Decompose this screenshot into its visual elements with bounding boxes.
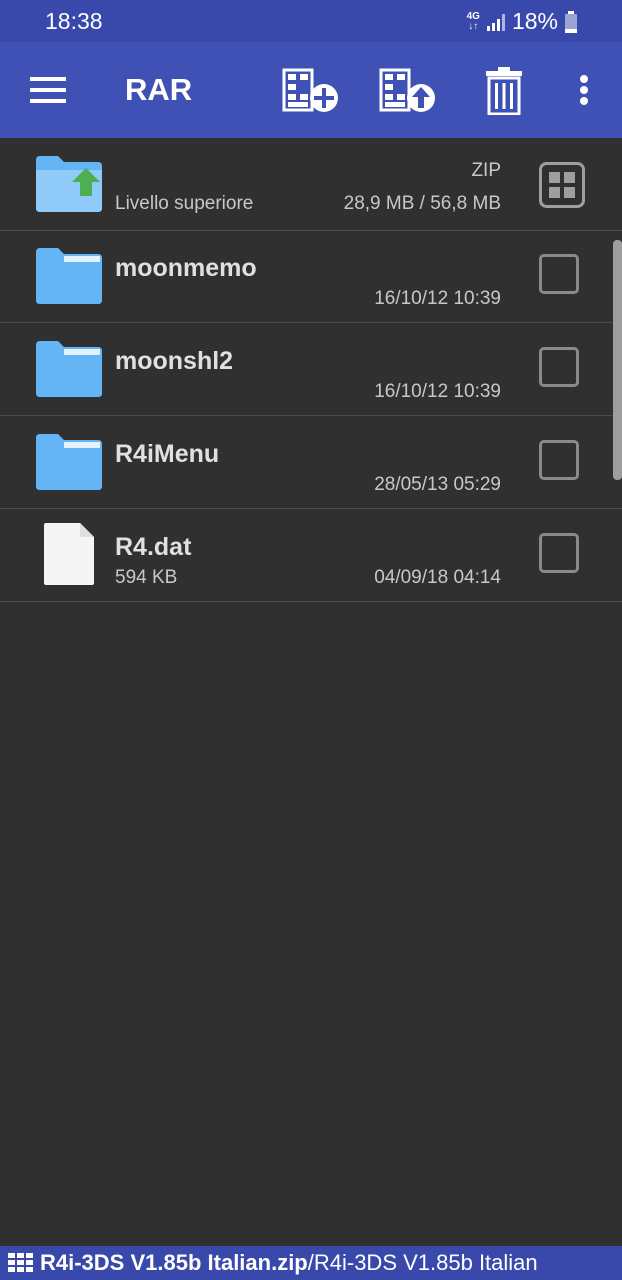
list-item[interactable]: moonmemo 16/10/12 10:39 <box>0 230 622 323</box>
item-size: 594 KB <box>115 567 178 588</box>
archive-extract-icon[interactable] <box>378 66 438 116</box>
status-time: 18:38 <box>45 8 103 34</box>
network-type-icon: 4G ↓↑ <box>466 10 480 32</box>
file-icon <box>34 523 104 585</box>
item-date: 16/10/12 10:39 <box>374 288 501 309</box>
battery-icon <box>565 10 577 33</box>
more-vert-icon[interactable] <box>572 72 596 108</box>
folder-icon <box>34 244 104 306</box>
app-title: RAR <box>125 72 193 107</box>
item-name: R4.dat <box>115 533 192 561</box>
item-name: moonmemo <box>115 254 257 282</box>
folder-icon <box>34 337 104 399</box>
item-date: 04/09/18 04:14 <box>374 567 501 588</box>
item-name: moonshl2 <box>115 347 234 375</box>
item-checkbox[interactable] <box>539 254 579 294</box>
battery-percent: 18% <box>511 8 558 34</box>
folder-icon <box>34 430 104 492</box>
item-checkbox[interactable] <box>539 533 579 573</box>
scrollbar[interactable] <box>613 240 622 480</box>
path-archive: R4i-3DS V1.85b Italian.zip <box>40 1250 308 1275</box>
archive-type: ZIP <box>471 160 501 181</box>
list-item[interactable]: R4iMenu 28/05/13 05:29 <box>0 416 622 509</box>
parent-folder-label: Livello superiore <box>115 193 254 214</box>
status-right: 4G ↓↑ 18% <box>467 8 578 35</box>
list-item[interactable]: R4.dat 594 KB 04/09/18 04:14 <box>0 509 622 602</box>
archive-icon <box>8 1253 33 1272</box>
parent-folder-row[interactable]: Livello superiore ZIP 28,9 MB / 56,8 MB <box>0 138 622 231</box>
item-date: 16/10/12 10:39 <box>374 381 501 402</box>
item-checkbox[interactable] <box>539 347 579 387</box>
trash-icon[interactable] <box>482 66 526 116</box>
item-name: R4iMenu <box>115 440 220 468</box>
path-bar[interactable]: R4i-3DS V1.85b Italian.zip/R4i-3DS V1.85… <box>0 1246 622 1280</box>
grid-view-icon[interactable] <box>539 162 585 208</box>
item-date: 28/05/13 05:29 <box>374 474 501 495</box>
archive-add-icon[interactable] <box>281 66 341 116</box>
signal-icon <box>486 13 505 31</box>
list-item[interactable]: moonshl2 16/10/12 10:39 <box>0 323 622 416</box>
path-folder: /R4i-3DS V1.85b Italian <box>307 1250 538 1275</box>
app-toolbar: RAR <box>0 42 622 138</box>
status-bar: 18:38 4G ↓↑ 18% <box>0 0 622 42</box>
folder-up-icon <box>34 152 104 214</box>
hamburger-menu-icon[interactable] <box>28 72 68 108</box>
archive-size: 28,9 MB / 56,8 MB <box>343 193 501 214</box>
network-label: 4G <box>466 10 480 22</box>
item-checkbox[interactable] <box>539 440 579 480</box>
